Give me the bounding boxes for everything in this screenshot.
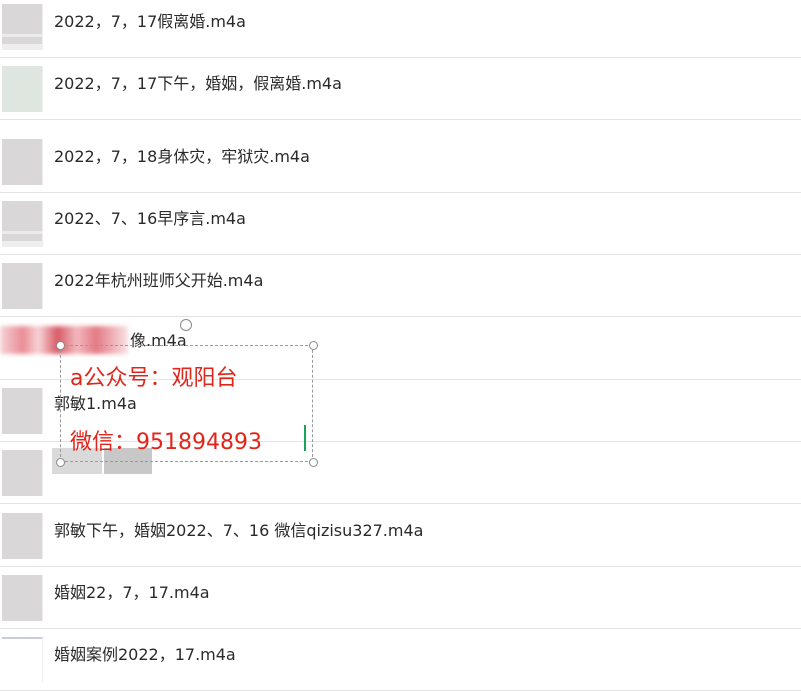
file-row[interactable]: 2022，7，17假离婚.m4a <box>0 0 801 58</box>
file-thumbnail <box>2 637 43 683</box>
file-thumbnail <box>2 575 43 621</box>
file-thumbnail <box>2 450 43 496</box>
overlay-text-line2[interactable]: 微信：951894893 <box>70 424 262 456</box>
file-row[interactable]: 婚姻案例2022，17.m4a <box>0 629 801 691</box>
file-row[interactable]: 婚姻22，7，17.m4a <box>0 567 801 629</box>
file-row[interactable]: 郭敏下午，婚姻2022、7、16 微信qizisu327.m4a <box>0 505 801 567</box>
file-name: 2022、7、16早序言.m4a <box>54 209 246 228</box>
file-thumbnail <box>2 513 43 559</box>
file-row[interactable]: 2022、7、16早序言.m4a <box>0 193 801 255</box>
file-name: 婚姻22，7，17.m4a <box>54 583 210 602</box>
resize-handle-top-right[interactable] <box>309 341 318 350</box>
file-name: 郭敏下午，婚姻2022、7、16 微信qizisu327.m4a <box>54 521 424 540</box>
resize-handle-top-left[interactable] <box>56 341 65 350</box>
rotate-handle[interactable] <box>180 319 192 331</box>
file-thumbnail <box>2 66 43 112</box>
file-thumbnail <box>2 139 43 185</box>
resize-handle-bottom-right[interactable] <box>309 458 318 467</box>
text-caret <box>304 425 306 451</box>
file-thumbnail <box>2 263 43 309</box>
file-name: 2022，7，18身体灾，牢狱灾.m4a <box>54 147 310 166</box>
file-thumbnail <box>2 201 43 247</box>
file-name: 婚姻案例2022，17.m4a <box>54 645 236 664</box>
overlay-text-line1[interactable]: a公众号：观阳台 <box>70 360 237 392</box>
file-name: 2022，7，17下午，婚姻，假离婚.m4a <box>54 74 342 93</box>
file-name: 2022，7，17假离婚.m4a <box>54 12 246 31</box>
file-thumbnail <box>2 388 43 434</box>
file-row[interactable]: 2022，7，17下午，婚姻，假离婚.m4a <box>0 58 801 120</box>
file-thumbnail <box>2 4 43 50</box>
resize-handle-bottom-left[interactable] <box>56 458 65 467</box>
file-row[interactable]: 2022，7，18身体灾，牢狱灾.m4a <box>0 131 801 193</box>
file-name: 2022年杭州班师父开始.m4a <box>54 271 264 290</box>
file-row[interactable]: 2022年杭州班师父开始.m4a <box>0 255 801 317</box>
